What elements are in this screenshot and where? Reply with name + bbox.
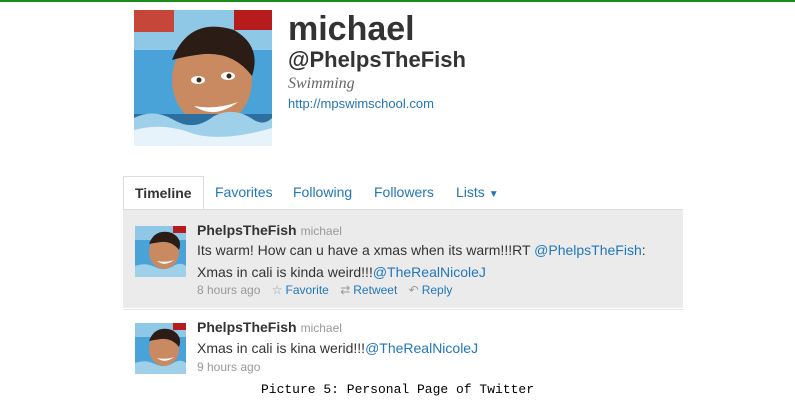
profile-handle: @PhelpsTheFish [288,47,466,72]
tab-label: Favorites [215,184,273,200]
tweet-item[interactable]: PhelpsTheFish michael Xmas in cali is kin… [123,309,683,377]
profile-name: michael [288,10,415,48]
tab-followers[interactable]: Followers [374,176,434,209]
tweet-item[interactable]: PhelpsTheFish michael Its warm! How can u… [123,209,683,308]
mention-link[interactable]: @TheRealNicoleJ [373,264,486,280]
favorite-label: Favorite [285,283,329,297]
retweet-button[interactable]: ⇄ Retweet [340,283,397,297]
tweet-username[interactable]: PhelpsTheFish michael [197,319,342,335]
tweet-text: Its warm! How can u have a xmas when its… [197,239,667,283]
mention-link[interactable]: @PhelpsTheFish [534,242,642,258]
tweet-text: Xmas in cali is kina werid!!!@TheRealNic… [197,337,667,359]
tweet-timestamp[interactable]: 9 hours ago [197,360,260,374]
top-rule [0,0,795,2]
profile-url-link[interactable]: http://mpswimschool.com [288,96,434,112]
mention-link[interactable]: @TheRealNicoleJ [365,340,478,356]
tweet-avatar[interactable] [135,323,186,374]
caret-down-icon: ▼ [488,189,499,200]
reply-label: Reply [421,283,453,297]
tab-label: Timeline [135,185,192,201]
reply-icon: ↶ [408,283,419,297]
tab-favorites[interactable]: Favorites [215,176,273,209]
tab-following[interactable]: Following [293,176,352,209]
reply-button[interactable]: ↶ Reply [409,283,453,297]
tab-lists[interactable]: Lists ▼ [456,176,499,209]
tweet-meta: 8 hours ago ☆ Favorite ⇄ Retweet ↶ Reply [197,283,452,297]
retweet-icon: ⇄ [340,283,351,297]
tweet-meta: 9 hours ago [197,360,260,374]
favorite-button[interactable]: ☆ Favorite [272,283,329,297]
tweet-username[interactable]: PhelpsTheFish michael [197,222,342,238]
tweet-text-part: Its warm! How can u have a xmas when its… [197,242,531,258]
tweet-username-text[interactable]: PhelpsTheFish [197,222,297,238]
tweet-timestamp[interactable]: 8 hours ago [197,283,260,297]
tab-label: Lists [456,184,485,200]
tweet-display-name: michael [300,224,342,238]
figure-caption: Picture 5: Personal Page of Twitter [260,382,535,397]
tab-timeline[interactable]: Timeline [123,176,204,210]
tweet-display-name: michael [300,321,342,335]
profile-tabs: Timeline Favorites Following Followers L… [123,176,683,210]
tweet-username-text[interactable]: PhelpsTheFish [197,319,297,335]
star-icon: ☆ [271,283,283,297]
profile-bio: Swimming [288,75,355,92]
tab-label: Following [293,184,353,200]
profile-avatar[interactable] [134,10,272,146]
retweet-label: Retweet [353,283,398,297]
tweet-avatar[interactable] [135,226,186,277]
tweet-text-part: Xmas in cali is kina werid!!! [197,340,366,356]
tab-label: Followers [374,184,434,200]
